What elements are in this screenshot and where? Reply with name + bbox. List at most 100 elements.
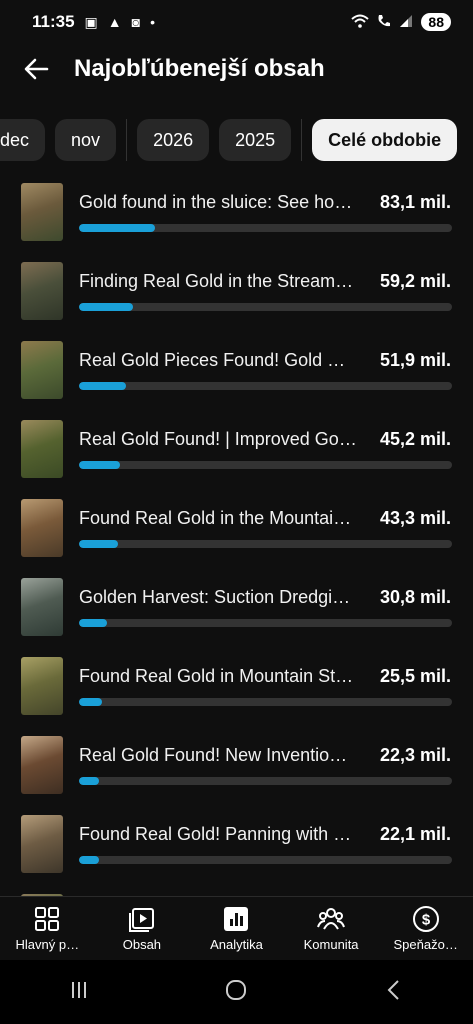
back-button[interactable]	[6, 44, 66, 94]
chip-nov[interactable]: nov	[55, 119, 117, 161]
page-title: Najobľúbenejší obsah	[74, 55, 325, 82]
nav-label: Obsah	[122, 937, 162, 952]
nav-label: Komunita	[303, 937, 359, 952]
video-title: Finding Real Gold in the Stream! Amazing…	[79, 271, 357, 291]
top-content-list: Gold found in the sluice: See how much g…	[0, 180, 473, 896]
video-thumbnail	[21, 499, 63, 557]
status-bar: 11:35 ▣ ▲ ◙ • 88	[0, 0, 473, 44]
wifi-icon	[351, 14, 370, 31]
nav-label: Analytika	[210, 937, 263, 952]
views-bar-fill	[79, 777, 100, 785]
chip-divider	[301, 119, 303, 161]
home-icon	[226, 979, 247, 1000]
video-views: 59,2 mil.	[379, 271, 451, 291]
nav-monetization[interactable]: $ Speňažo…	[378, 897, 473, 960]
home-button[interactable]	[224, 978, 248, 1007]
video-thumbnail	[21, 578, 63, 636]
views-bar-track	[79, 856, 452, 864]
views-bar-track	[79, 224, 452, 232]
video-views: 22,1 mil.	[379, 824, 451, 844]
signal-icon	[399, 14, 413, 31]
video-views: 43,3 mil.	[379, 508, 451, 528]
content-icon	[128, 908, 154, 932]
video-views: 25,5 mil.	[379, 666, 451, 686]
views-bar-fill	[79, 856, 100, 864]
system-nav	[0, 960, 473, 1024]
views-bar-track	[79, 303, 452, 311]
video-thumbnail	[21, 183, 63, 241]
chip-dec[interactable]: dec	[0, 119, 46, 161]
chip-divider	[126, 119, 128, 161]
monetization-icon: $	[412, 906, 439, 932]
video-views: 83,1 mil.	[379, 192, 451, 212]
video-title: Found Real Gold! Panning with a new slui…	[79, 824, 357, 844]
status-right: 88	[351, 13, 451, 31]
video-thumbnail	[21, 736, 63, 794]
chip-2025[interactable]: 2025	[219, 119, 292, 161]
warning-icon: ▲	[107, 14, 122, 30]
screenshot-icon: ▣	[84, 13, 98, 30]
views-bar-track	[79, 461, 452, 469]
video-views: 30,8 mil.	[379, 587, 451, 607]
video-title: Gold found in the sluice: See how much g…	[79, 192, 357, 212]
status-time: 11:35	[32, 12, 75, 31]
video-title: Found Real Gold in the Mountain Stream!	[79, 508, 357, 528]
video-thumbnail	[21, 262, 63, 320]
nav-analytics[interactable]: Analytika	[189, 897, 284, 960]
views-bar-track	[79, 698, 452, 706]
video-title: Real Gold Found! New Invention for Gold …	[79, 745, 357, 765]
views-bar-track	[79, 540, 452, 548]
chevron-left-icon	[387, 979, 399, 1000]
video-row[interactable]: Real Gold Found! New Invention for Gold …	[0, 733, 473, 812]
video-thumbnail	[21, 341, 63, 399]
battery-indicator: 88	[421, 13, 451, 31]
video-title: Golden Harvest: Suction Dredging for Gol…	[79, 587, 357, 607]
nav-dashboard[interactable]: Hlavný p…	[0, 897, 95, 960]
video-title: Found Real Gold in Mountain Stream! Pann…	[79, 666, 357, 686]
analytics-icon	[224, 907, 249, 931]
video-row[interactable]: Found Real Gold in the Mountain Stream! 4…	[0, 496, 473, 575]
video-views: 22,3 mil.	[379, 745, 451, 765]
video-thumbnail	[21, 657, 63, 715]
views-bar-track	[79, 777, 452, 785]
bottom-nav: Hlavný p… Obsah Analytika Komunita $ Spe…	[0, 896, 473, 960]
views-bar-fill	[79, 540, 119, 548]
video-title: Real Gold Pieces Found! Gold Panning in …	[79, 350, 357, 370]
status-left: 11:35 ▣ ▲ ◙ •	[32, 12, 155, 32]
recents-button[interactable]	[67, 978, 91, 1007]
video-row[interactable]: Gold found in the sluice: See how much g…	[0, 180, 473, 259]
video-row[interactable]: Real Gold Found! | Improved Gold Sluice 4…	[0, 417, 473, 496]
views-bar-fill	[79, 461, 121, 469]
dashboard-icon	[35, 907, 60, 931]
chip-2026[interactable]: 2026	[137, 119, 210, 161]
nav-community[interactable]: Komunita	[284, 897, 379, 960]
views-bar-track	[79, 619, 452, 627]
video-thumbnail	[21, 815, 63, 873]
video-row[interactable]: Golden Harvest: Suction Dredging for Gol…	[0, 575, 473, 654]
video-row[interactable]: Finding Real Gold in the Stream! Amazing…	[0, 259, 473, 338]
video-row[interactable]: Found Real Gold! Panning with a new slui…	[0, 812, 473, 891]
nav-content[interactable]: Obsah	[95, 897, 190, 960]
video-views: 51,9 mil.	[379, 350, 451, 370]
nav-label: Speňažo…	[393, 937, 458, 952]
call-icon	[377, 14, 391, 31]
views-bar-fill	[79, 303, 133, 311]
video-row[interactable]: Found Real Gold in Mountain Stream! Pann…	[0, 654, 473, 733]
chip-all-time[interactable]: Celé obdobie	[312, 119, 458, 161]
video-title: Real Gold Found! | Improved Gold Sluice	[79, 429, 357, 449]
arrow-left-icon	[24, 58, 49, 80]
period-chips: dec nov 2026 2025 Celé obdobie	[0, 118, 458, 162]
views-bar-track	[79, 382, 452, 390]
system-back-button[interactable]	[382, 978, 406, 1007]
community-icon	[317, 908, 346, 930]
video-views: 45,2 mil.	[379, 429, 451, 449]
nav-label: Hlavný p…	[15, 937, 80, 952]
recents-icon	[71, 981, 86, 998]
views-bar-fill	[79, 224, 155, 232]
video-row[interactable]: Real Gold Pieces Found! Gold Panning in …	[0, 338, 473, 417]
header: Najobľúbenejší obsah	[0, 44, 473, 94]
dot-icon: •	[150, 14, 156, 30]
instagram-icon: ◙	[131, 14, 141, 30]
views-bar-fill	[79, 382, 127, 390]
views-bar-fill	[79, 619, 108, 627]
